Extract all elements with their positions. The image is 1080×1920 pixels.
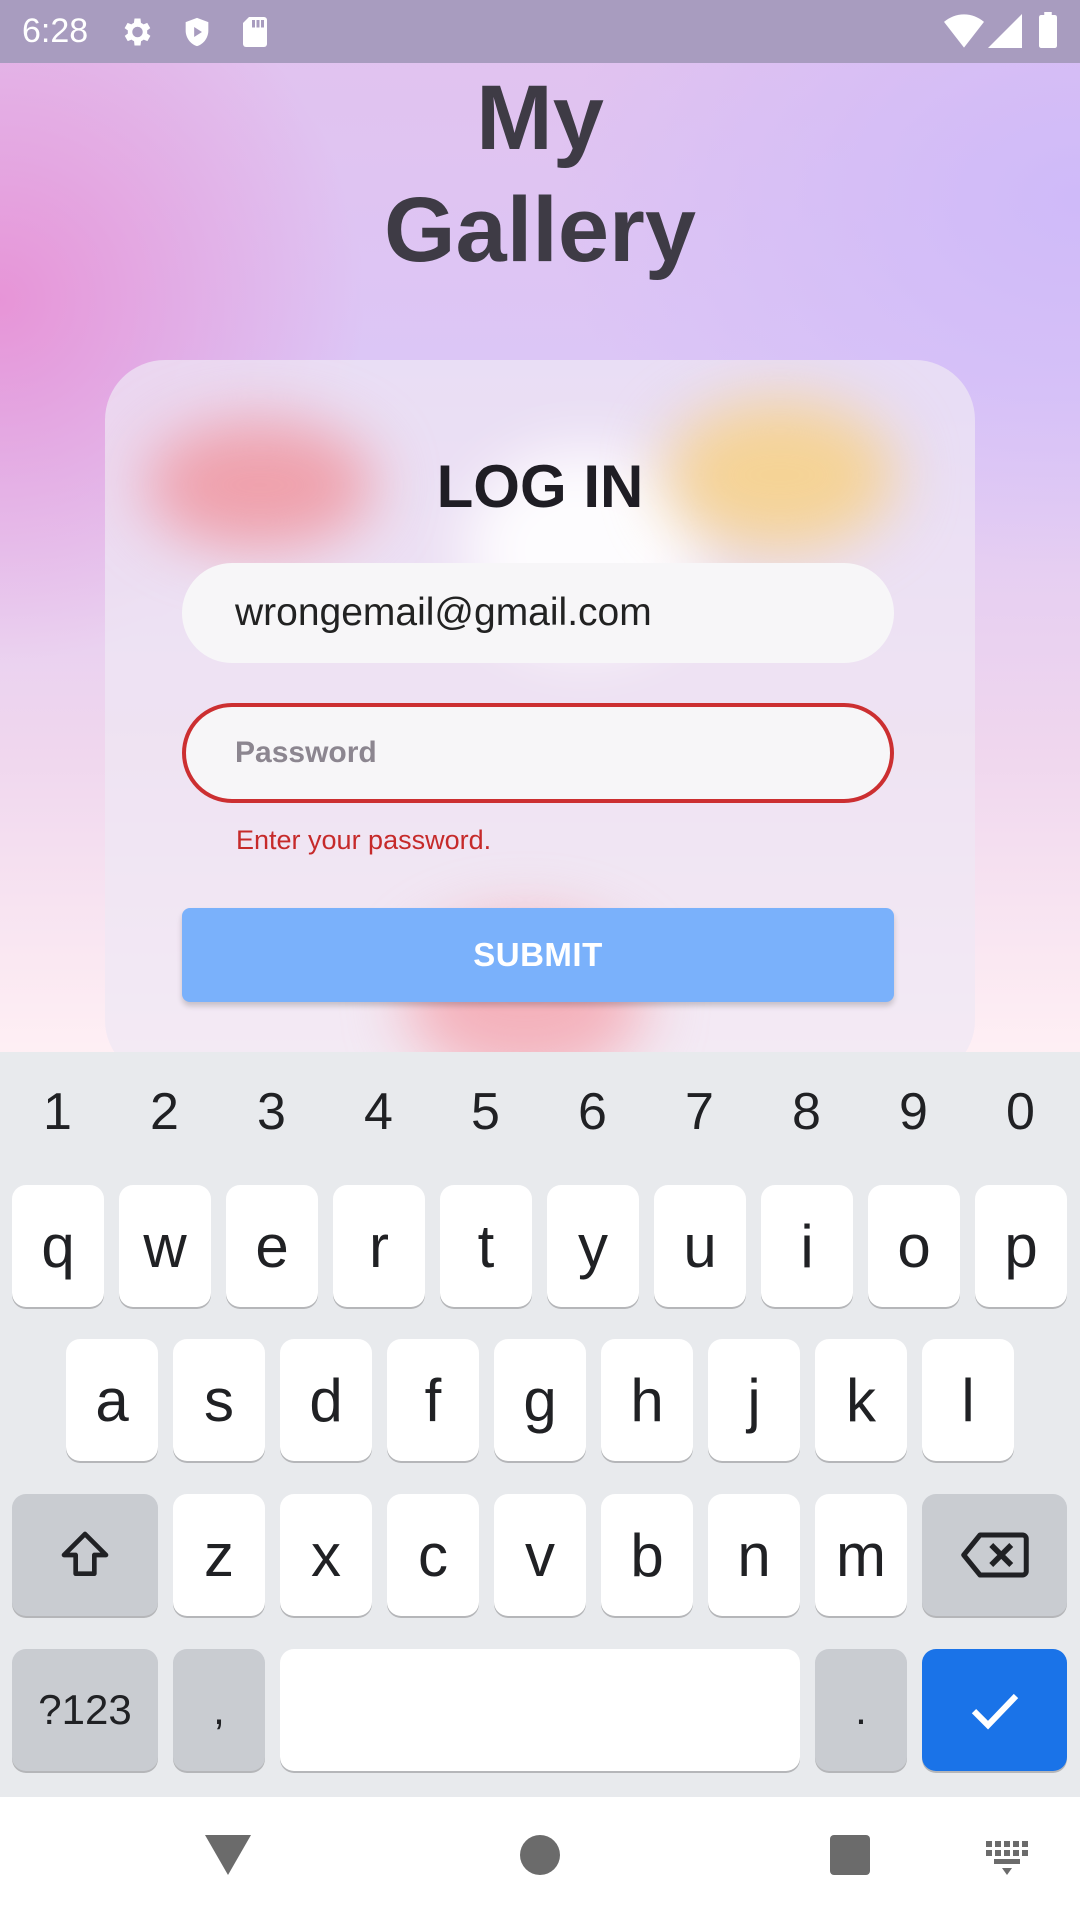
symbols-key[interactable]: ?123 <box>12 1649 158 1771</box>
key-4[interactable]: 4 <box>325 1052 432 1172</box>
key-e[interactable]: e <box>226 1185 318 1307</box>
comma-key-label: , <box>213 1686 225 1733</box>
key-2[interactable]: 2 <box>111 1052 218 1172</box>
key-p[interactable]: p <box>975 1185 1067 1307</box>
key-o[interactable]: o <box>868 1185 960 1307</box>
login-heading: LOG IN <box>436 453 644 520</box>
app-title: My Gallery <box>0 62 1080 286</box>
checkmark-icon <box>971 1693 1018 1730</box>
battery-icon <box>1039 12 1057 48</box>
key-f[interactable]: f <box>387 1339 479 1461</box>
key-h[interactable]: h <box>601 1339 693 1461</box>
key-1[interactable]: 1 <box>4 1052 111 1172</box>
signal-icon <box>988 14 1022 48</box>
key-j[interactable]: j <box>708 1339 800 1461</box>
shift-icon <box>61 1531 109 1576</box>
key-d[interactable]: d <box>280 1339 372 1461</box>
wifi-icon <box>944 14 984 48</box>
email-field[interactable]: wrongemail@gmail.com <box>182 563 894 663</box>
home-icon[interactable] <box>520 1835 560 1875</box>
key-3[interactable]: 3 <box>218 1052 325 1172</box>
email-value: wrongemail@gmail.com <box>235 591 652 634</box>
enter-key[interactable] <box>922 1649 1067 1771</box>
key-5[interactable]: 5 <box>432 1052 539 1172</box>
key-u[interactable]: u <box>654 1185 746 1307</box>
number-row: 1 2 3 4 5 6 7 8 9 0 <box>0 1052 1080 1172</box>
shift-key[interactable] <box>12 1494 158 1616</box>
key-k[interactable]: k <box>815 1339 907 1461</box>
key-t[interactable]: t <box>440 1185 532 1307</box>
key-q[interactable]: q <box>12 1185 104 1307</box>
password-placeholder: Password <box>235 736 377 769</box>
key-m[interactable]: m <box>815 1494 907 1616</box>
key-b[interactable]: b <box>601 1494 693 1616</box>
key-y[interactable]: y <box>547 1185 639 1307</box>
key-9[interactable]: 9 <box>860 1052 967 1172</box>
submit-button[interactable]: SUBMIT <box>182 908 894 1002</box>
key-r[interactable]: r <box>333 1185 425 1307</box>
key-s[interactable]: s <box>173 1339 265 1461</box>
status-time: 6:28 <box>22 12 89 50</box>
key-l[interactable]: l <box>922 1339 1014 1461</box>
key-w[interactable]: w <box>119 1185 211 1307</box>
key-6[interactable]: 6 <box>539 1052 646 1172</box>
app-title-line1: My <box>476 67 604 169</box>
key-x[interactable]: x <box>280 1494 372 1616</box>
symbols-key-label: ?123 <box>38 1686 132 1733</box>
key-0[interactable]: 0 <box>967 1052 1074 1172</box>
keyboard-switch-icon[interactable] <box>986 1841 1030 1875</box>
space-key[interactable] <box>280 1649 800 1771</box>
shield-play-icon <box>185 17 209 47</box>
key-i[interactable]: i <box>761 1185 853 1307</box>
soft-keyboard: 1 2 3 4 5 6 7 8 9 0 q w e r t y u i o p … <box>0 1052 1080 1797</box>
backspace-icon <box>960 1532 1029 1578</box>
recents-icon[interactable] <box>830 1835 870 1875</box>
navigation-bar <box>0 1797 1080 1920</box>
key-n[interactable]: n <box>708 1494 800 1616</box>
settings-icon <box>124 18 151 46</box>
key-z[interactable]: z <box>173 1494 265 1616</box>
key-g[interactable]: g <box>494 1339 586 1461</box>
sd-card-icon <box>243 17 267 47</box>
key-c[interactable]: c <box>387 1494 479 1616</box>
password-field[interactable]: Password <box>182 703 894 803</box>
app-title-line2: Gallery <box>384 179 696 281</box>
key-7[interactable]: 7 <box>646 1052 753 1172</box>
backspace-key[interactable] <box>922 1494 1067 1616</box>
key-8[interactable]: 8 <box>753 1052 860 1172</box>
period-key-label: . <box>855 1686 867 1733</box>
key-a[interactable]: a <box>66 1339 158 1461</box>
status-bar: 6:28 <box>0 0 1080 63</box>
period-key[interactable]: . <box>815 1649 907 1771</box>
password-error-message: Enter your password. <box>236 825 492 855</box>
key-v[interactable]: v <box>494 1494 586 1616</box>
back-icon[interactable] <box>205 1835 251 1875</box>
comma-key[interactable]: , <box>173 1649 265 1771</box>
